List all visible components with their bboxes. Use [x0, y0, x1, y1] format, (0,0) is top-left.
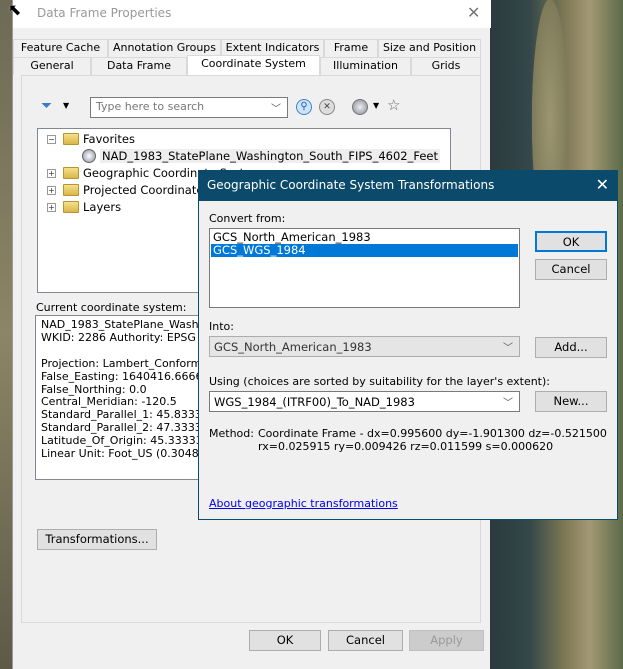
ok-button[interactable]: OK [249, 630, 321, 651]
expand-icon[interactable]: + [47, 203, 56, 212]
cs-line: NAD_1983_StatePlane_Washington_South_FIP… [41, 318, 214, 331]
tab-label: Frame [333, 41, 369, 54]
cs-line: Projection: Lambert_Conformal_Conic [41, 356, 214, 370]
expand-icon[interactable]: + [47, 169, 56, 178]
expand-icon[interactable]: + [47, 186, 56, 195]
tree-item-favorites[interactable]: Favorites [83, 132, 135, 146]
using-select[interactable]: WGS_1984_(ITRF00)_To_NAD_1983 ﹀ [209, 391, 520, 412]
into-label: Into: [209, 320, 234, 333]
favorites-folder-icon [63, 133, 79, 145]
tree-item-favorite-crs[interactable]: NAD_1983_StatePlane_Washington_South_FIP… [100, 149, 440, 163]
gcs-transformations-dialog: Geographic Coordinate System Transformat… [198, 170, 618, 520]
tab-illumination[interactable]: Illumination [320, 57, 411, 75]
tab-size-and-position[interactable]: Size and Position [378, 39, 481, 57]
chevron-down-icon: ﹀ [503, 398, 513, 409]
close-button[interactable]: ✕ [467, 3, 480, 22]
clear-search-icon[interactable]: ✕ [319, 99, 335, 115]
filter-dropdown-arrow-icon[interactable]: ▼ [63, 101, 69, 110]
cs-line: Linear Unit: Foot_US (0.3048006096012192… [41, 447, 215, 461]
convert-from-label: Convert from: [209, 212, 286, 225]
cancel-button[interactable]: Cancel [328, 630, 403, 651]
current-coordinate-system-label: Current coordinate system: [36, 301, 187, 314]
tab-coordinate-system[interactable]: Coordinate System [187, 55, 320, 75]
globe-add-icon[interactable] [352, 99, 368, 115]
method-label: Method: [209, 427, 254, 440]
folder-icon [63, 201, 79, 213]
tab-label: Grids [431, 59, 461, 72]
tab-label: Size and Position [382, 41, 477, 54]
transformations-button[interactable]: Transformations... [37, 529, 157, 550]
add-favorite-star-icon[interactable]: ☆ [387, 96, 400, 114]
chevron-down-icon: ﹀ [503, 343, 513, 354]
dialog-title: Data Frame Properties [37, 6, 172, 20]
globe-dropdown-arrow-icon[interactable]: ▼ [373, 101, 379, 110]
cs-line: False_Easting: 1640416.666666667 [41, 369, 214, 383]
tab-label: Coordinate System [201, 57, 306, 70]
convert-from-list[interactable]: GCS_North_American_1983 GCS_WGS_1984 [209, 228, 520, 308]
tab-feature-cache[interactable]: Feature Cache [13, 39, 108, 57]
mouse-cursor-icon: ⬉ [8, 0, 22, 19]
about-transformations-link[interactable]: About geographic transformations [209, 497, 398, 510]
search-placeholder: Type here to search [96, 100, 205, 113]
tab-data-frame[interactable]: Data Frame [91, 57, 187, 75]
method-line-1: Coordinate Frame - dx=0.995600 dy=-1.901… [258, 427, 607, 440]
apply-button[interactable]: Apply [409, 630, 484, 651]
current-coordinate-system-details[interactable]: NAD_1983_StatePlane_Washington_South_FIP… [35, 315, 215, 480]
collapse-icon[interactable]: − [47, 135, 56, 144]
folder-icon [63, 184, 79, 196]
tab-label: Annotation Groups [112, 41, 217, 54]
tab-label: General [30, 59, 74, 72]
globe-icon [82, 149, 96, 163]
search-input[interactable]: Type here to search ﹀ [90, 97, 288, 118]
background-map [0, 0, 12, 669]
cs-line [41, 345, 209, 358]
folder-icon [63, 167, 79, 179]
tab-label: Illumination [333, 59, 398, 72]
using-value: WGS_1984_(ITRF00)_To_NAD_1983 [214, 395, 415, 409]
tree-item-layers[interactable]: Layers [83, 200, 121, 214]
list-item-selected[interactable]: GCS_WGS_1984 [211, 244, 518, 257]
tab-label: Extent Indicators [225, 41, 320, 54]
filter-icon[interactable]: ⏷ [41, 98, 52, 114]
add-button[interactable]: Add... [535, 337, 607, 358]
into-select[interactable]: GCS_North_American_1983 ﹀ [209, 336, 520, 357]
tab-label: Data Frame [106, 59, 172, 72]
chevron-down-icon: ﹀ [271, 104, 281, 115]
tab-frame[interactable]: Frame [324, 39, 378, 57]
search-icon[interactable]: ⚲ [296, 99, 312, 115]
using-label: Using (choices are sorted by suitability… [209, 375, 550, 388]
tab-general[interactable]: General [13, 57, 91, 75]
dialog-title: Geographic Coordinate System Transformat… [207, 178, 495, 192]
title-bar[interactable]: Geographic Coordinate System Transformat… [199, 171, 617, 201]
cancel-button[interactable]: Cancel [535, 259, 607, 280]
tab-grids[interactable]: Grids [411, 57, 481, 75]
title-bar[interactable]: Data Frame Properties ✕ [13, 0, 491, 28]
method-line-2: rx=0.025915 ry=0.009426 rz=0.011599 s=0.… [258, 440, 554, 453]
into-value: GCS_North_American_1983 [214, 340, 372, 354]
ok-button[interactable]: OK [535, 231, 607, 252]
cs-line: WKID: 2286 Authority: EPSG [41, 330, 196, 344]
close-button[interactable]: ✕ [596, 175, 609, 194]
tab-label: Feature Cache [20, 41, 101, 54]
new-button[interactable]: New... [535, 391, 607, 412]
